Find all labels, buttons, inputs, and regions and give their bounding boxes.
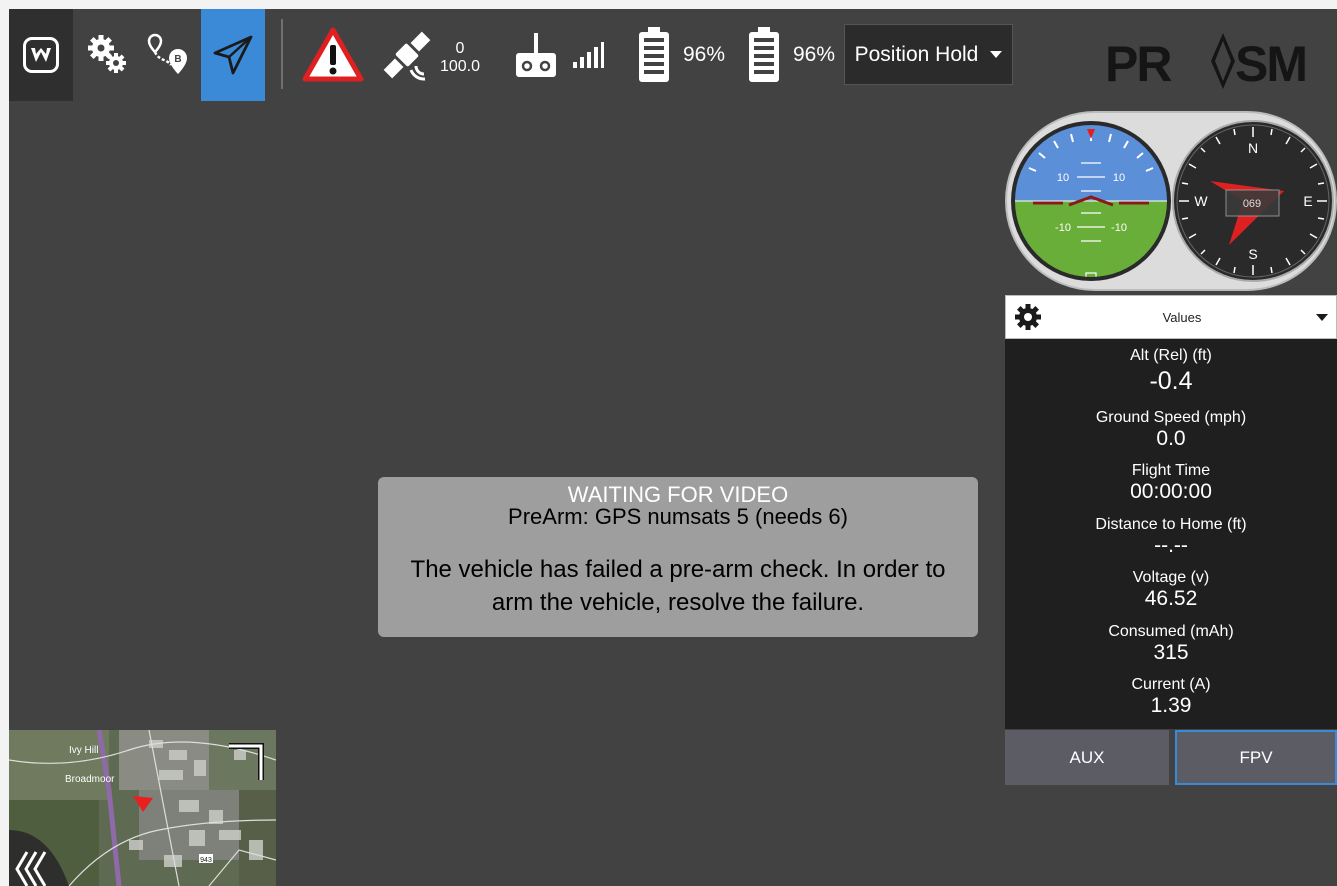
fpv-button[interactable]: FPV (1175, 730, 1337, 785)
chevron-down-icon[interactable] (1316, 313, 1328, 321)
svg-text:SM: SM (1235, 36, 1306, 91)
top-toolbar: B 0 100.0 96% 96% Position Hold PR SM (9, 9, 1337, 101)
svg-text:B: B (174, 54, 181, 65)
app-menu-button[interactable] (9, 9, 73, 101)
value-reading: 46.52 (1144, 587, 1198, 610)
attitude-indicator: 10 10 -10 -10 (1011, 121, 1171, 281)
compass-indicator: N E S W 069 (1172, 120, 1334, 282)
compass-north-label: N (1248, 140, 1258, 156)
values-panel-body: Alt (Rel) (ft) -0.4 Ground Speed (mph) 0… (1005, 339, 1337, 729)
value-label: Distance to Home (ft) (1095, 516, 1247, 533)
value-reading: --.-- (1154, 534, 1188, 557)
chevron-down-icon (990, 51, 1003, 58)
aux-button[interactable]: AUX (1005, 730, 1169, 785)
settings-button[interactable] (79, 9, 135, 101)
toolbar-divider (281, 19, 283, 89)
value-label: Ground Speed (mph) (1095, 409, 1247, 426)
gps-indicator[interactable]: 0 100.0 (373, 9, 485, 101)
value-item-voltage: Voltage (v) 46.52 (1005, 569, 1337, 611)
map-label: Broadmoor (65, 774, 115, 785)
value-reading: 1.39 (1150, 694, 1192, 717)
battery-icon (638, 27, 669, 82)
compass-west-label: W (1194, 193, 1208, 209)
battery-2-indicator[interactable]: 96% (743, 9, 839, 101)
paper-plane-icon (213, 35, 253, 75)
value-label: Alt (Rel) (ft) (1130, 347, 1212, 364)
battery-icon (748, 27, 779, 82)
route-waypoint-icon: B (147, 33, 187, 74)
mini-map[interactable]: Ivy Hill Broadmoor 943 (9, 730, 276, 886)
value-item-current: Current (A) 1.39 (1005, 676, 1337, 718)
pitch-label: -10 (1111, 222, 1127, 234)
battery-1-percent: 96% (682, 43, 726, 66)
value-item-consumed: Consumed (mAh) 315 (1005, 623, 1337, 665)
plan-route-button[interactable]: B (139, 9, 199, 101)
value-reading: 00:00:00 (1130, 480, 1212, 503)
value-label: Current (A) (1131, 676, 1211, 693)
warning-triangle-icon (302, 27, 364, 82)
value-label: Consumed (mAh) (1108, 623, 1234, 640)
rc-transmitter-icon (516, 33, 556, 77)
settings-gear-icon[interactable] (1008, 297, 1048, 337)
value-item-flight-time: Flight Time 00:00:00 (1005, 462, 1337, 504)
value-label: Flight Time (1131, 462, 1211, 479)
values-panel-header[interactable]: Values (1005, 295, 1337, 339)
satellite-icon (383, 31, 431, 81)
value-item-ground-speed: Ground Speed (mph) 0.0 (1005, 409, 1337, 451)
pitch-label: 10 (1057, 172, 1069, 184)
value-item-altitude: Alt (Rel) (ft) -0.4 (1005, 347, 1337, 396)
compass-east-label: E (1303, 193, 1312, 209)
app-logo-icon (23, 37, 59, 73)
fly-view-button[interactable] (201, 9, 265, 101)
flight-instruments: 10 10 -10 -10 N E S W 069 (1005, 111, 1337, 291)
value-label: Voltage (v) (1132, 569, 1210, 586)
compass-south-label: S (1248, 246, 1257, 262)
value-reading: 0.0 (1156, 427, 1186, 450)
prearm-status-text: PreArm: GPS numsats 5 (needs 6) (508, 504, 848, 529)
app-window: B 0 100.0 96% 96% Position Hold PR SM 10… (9, 9, 1337, 886)
prearm-failure-message: The vehicle has failed a pre-arm check. … (410, 556, 946, 616)
gps-hdop: 100.0 (439, 58, 481, 75)
signal-strength-icon (573, 42, 604, 68)
map-road-shield: 943 (200, 857, 212, 864)
rc-signal-indicator[interactable] (507, 9, 611, 101)
gears-icon (88, 35, 126, 73)
battery-1-indicator[interactable]: 96% (633, 9, 729, 101)
warning-indicator[interactable] (301, 9, 365, 101)
flight-mode-label: Position Hold (854, 42, 979, 66)
svg-text:PR: PR (1105, 36, 1172, 91)
battery-2-percent: 96% (792, 43, 836, 66)
flight-mode-dropdown[interactable]: Position Hold (844, 24, 1013, 85)
pitch-label: -10 (1055, 222, 1071, 234)
pitch-label: 10 (1113, 172, 1125, 184)
prearm-message-box: WAITING FOR VIDEO PreArm: GPS numsats 5 … (378, 477, 978, 637)
gps-satellite-count: 0 (455, 40, 465, 57)
values-panel-title: Values (1162, 309, 1202, 325)
value-item-distance-home: Distance to Home (ft) --.-- (1005, 516, 1337, 558)
value-reading: -0.4 (1149, 367, 1193, 395)
prism-brand-logo: PR SM (1105, 33, 1308, 91)
map-label: Ivy Hill (69, 745, 98, 756)
compass-heading-readout: 069 (1243, 198, 1261, 210)
value-reading: 315 (1153, 641, 1189, 664)
